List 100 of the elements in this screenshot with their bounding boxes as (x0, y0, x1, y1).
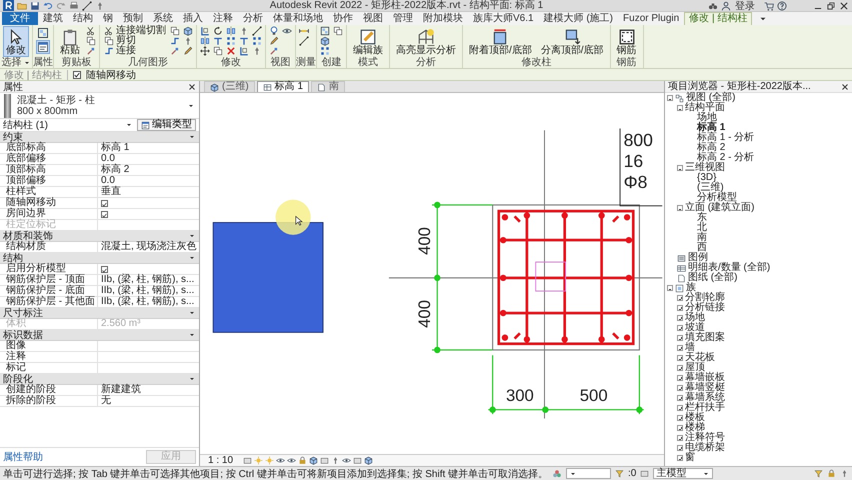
tree-item[interactable]: {3D} (697, 173, 716, 183)
bulb-icon[interactable] (269, 26, 279, 36)
property-value[interactable]: 0.0 (101, 154, 115, 164)
group-header[interactable]: 尺寸标注 (0, 308, 199, 319)
printer-icon[interactable] (69, 0, 79, 10)
cube-icon[interactable] (309, 456, 318, 465)
lock-icon[interactable] (298, 456, 308, 465)
ribbon-tab[interactable]: 插入 (178, 12, 208, 25)
group-header[interactable]: 结构 (0, 253, 199, 264)
ribbon-button[interactable]: 粘贴 (57, 26, 83, 57)
expander-icon[interactable] (677, 435, 683, 441)
tree-item[interactable]: 南 (697, 233, 707, 243)
ribbon-button[interactable]: 编辑族 (350, 26, 386, 57)
checkbox[interactable] (73, 70, 82, 78)
expander-icon[interactable] (677, 295, 683, 301)
lock-icon[interactable] (827, 469, 836, 478)
tree-item[interactable]: 西 (697, 243, 707, 253)
tree-item[interactable]: 场地 (685, 313, 705, 323)
expander-icon[interactable] (677, 405, 683, 411)
tree-item[interactable]: 明细表/数量 (全部) (688, 263, 770, 273)
view-scale[interactable]: 1 : 10 (204, 455, 242, 466)
property-value[interactable]: 0.0 (101, 176, 115, 186)
property-value[interactable]: IIb, (梁, 柱, 钢筋), s... (101, 297, 194, 307)
ribbon-button[interactable]: 分离顶部/底部 (538, 26, 607, 57)
help-icon[interactable] (777, 0, 787, 10)
tree-item[interactable]: 电缆桥架 (685, 443, 725, 453)
cube-icon[interactable] (364, 456, 374, 465)
ribbon-tab[interactable]: 附加模块 (418, 12, 468, 25)
window-icon[interactable] (37, 41, 49, 53)
tree-item[interactable]: 幕墙嵌板 (685, 373, 725, 383)
tree-item[interactable]: 分割轮廓 (685, 293, 725, 303)
ribbon-tab[interactable]: 注释 (208, 12, 238, 25)
expander-icon[interactable] (677, 325, 683, 331)
tree-item[interactable]: 视图 (全部) (686, 93, 736, 103)
measure-icon[interactable] (299, 36, 309, 46)
scissors-icon[interactable] (86, 26, 96, 36)
property-value[interactable]: 混凝土, 现场浇注灰色 (101, 242, 197, 252)
expander-icon[interactable] (677, 205, 683, 211)
property-value[interactable]: 标高 2 (101, 165, 130, 175)
tree-item[interactable]: 天花板 (685, 353, 715, 363)
expander-icon[interactable] (677, 355, 683, 361)
box-icon[interactable] (320, 456, 330, 465)
tree-item[interactable]: 图例 (688, 253, 708, 263)
undo-icon[interactable] (43, 0, 53, 10)
ribbon-tab[interactable]: 建筑 (38, 12, 68, 25)
tree-item[interactable]: 幕墙竖梃 (685, 383, 725, 393)
copy-icon[interactable] (333, 26, 343, 36)
array-icon[interactable] (320, 46, 330, 56)
tree-item[interactable]: 族 (686, 283, 696, 293)
ribbon-tab[interactable]: 结构 (68, 12, 98, 25)
tree-item[interactable]: 分析模型 (697, 193, 737, 203)
filter-icon[interactable] (814, 469, 823, 478)
dimension-icon[interactable] (299, 26, 309, 36)
tree-item[interactable]: (三维) (697, 183, 724, 193)
delete-icon[interactable] (226, 46, 236, 56)
view-tab[interactable]: 南 (311, 81, 346, 92)
tree-item[interactable]: 标高 1 - 分析 (697, 133, 754, 143)
cube-icon[interactable] (183, 26, 193, 36)
expander-icon[interactable] (677, 375, 683, 381)
array-icon[interactable] (226, 36, 236, 46)
tree-item[interactable]: 标高 1 (697, 123, 726, 133)
group-icon[interactable] (37, 27, 49, 39)
design-option-dropdown[interactable]: 主模型 (653, 468, 714, 479)
array-icon[interactable] (252, 36, 262, 46)
expander-icon[interactable] (677, 315, 683, 321)
close-icon[interactable] (188, 82, 196, 90)
tree-item[interactable]: 立面 (建筑立面) (685, 203, 754, 213)
tree-item[interactable]: 窗 (685, 453, 695, 463)
expander-icon[interactable] (677, 165, 683, 171)
tree-item[interactable]: 注释符号 (685, 433, 725, 443)
edit-type-button[interactable]: 编辑类型 (137, 119, 196, 131)
ribbon-tab[interactable]: 分析 (238, 12, 268, 25)
expander-icon[interactable] (677, 365, 683, 371)
ribbon-button[interactable]: 高亮显示分析 (393, 26, 459, 57)
rotate-icon[interactable] (213, 26, 223, 36)
close-icon[interactable] (841, 82, 849, 90)
cart-icon[interactable] (764, 0, 774, 10)
tree-item[interactable]: 填充图案 (685, 333, 725, 343)
measure-icon[interactable] (252, 26, 262, 36)
restore-icon[interactable] (826, 0, 836, 10)
tree-item[interactable]: 东 (697, 213, 707, 223)
property-value[interactable]: 垂直 (101, 187, 121, 197)
app-logo-icon[interactable] (3, 0, 14, 11)
properties-help-link[interactable]: 属性帮助 (3, 450, 43, 464)
expander-icon[interactable] (677, 335, 683, 341)
tree-item[interactable]: 图纸 (全部) (688, 273, 738, 283)
property-value[interactable]: IIb, (梁, 柱, 钢筋), s... (101, 275, 194, 285)
expander-icon[interactable] (677, 455, 683, 461)
eye-icon[interactable] (276, 456, 286, 465)
tree-item[interactable]: 北 (697, 223, 707, 233)
property-value[interactable]: 标高 1 (101, 143, 130, 153)
brush-icon[interactable] (86, 46, 96, 56)
ribbon-tab[interactable]: 协作 (328, 12, 358, 25)
expander-icon[interactable] (667, 95, 673, 101)
eye-icon[interactable] (282, 26, 292, 36)
tree-item[interactable]: 墙 (685, 343, 695, 353)
measure-icon[interactable] (82, 0, 92, 10)
ribbon-button[interactable]: 修改 (3, 26, 29, 57)
copy-icon[interactable] (170, 26, 180, 36)
trim-icon[interactable] (239, 36, 249, 46)
